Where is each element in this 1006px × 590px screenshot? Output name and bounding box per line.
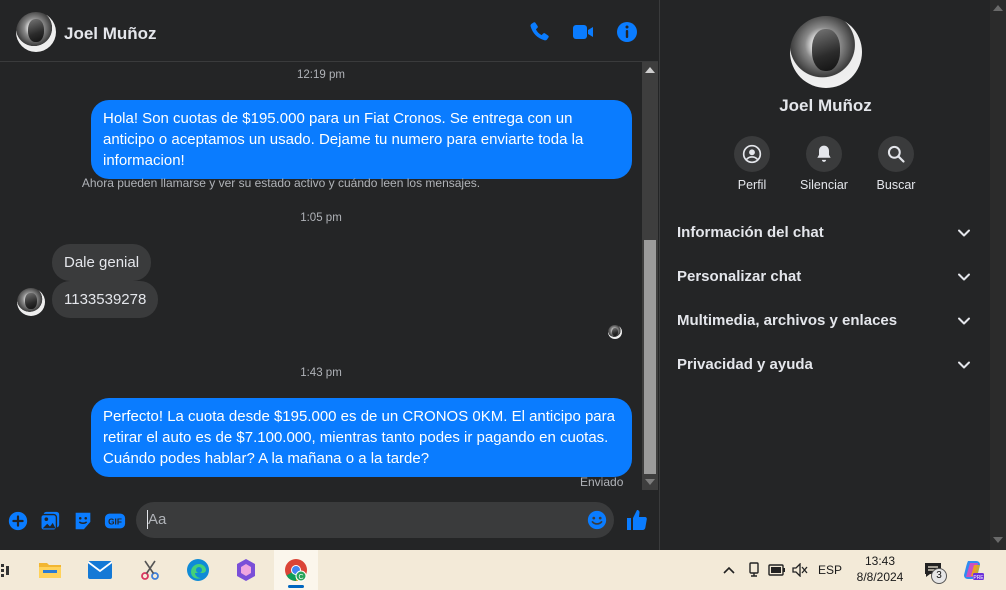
mute-label: Silenciar	[800, 178, 848, 192]
svg-text:C: C	[298, 574, 303, 581]
message-input-placeholder: Aa	[148, 511, 167, 528]
search-label: Buscar	[876, 178, 916, 192]
copilot-icon[interactable]: PRE	[958, 550, 988, 590]
profile-button[interactable]: Perfil	[717, 136, 787, 192]
timestamp: 1:43 pm	[300, 367, 342, 379]
section-label: Información del chat	[677, 224, 824, 241]
chrome-icon[interactable]: C	[274, 550, 318, 590]
section-chat-info[interactable]: Información del chat	[677, 222, 977, 246]
incoming-message[interactable]: 1133539278	[52, 281, 159, 318]
scroll-thumb[interactable]	[644, 240, 656, 474]
snipping-tool-icon[interactable]	[128, 550, 172, 590]
scroll-up-arrow-icon[interactable]	[645, 67, 655, 73]
scroll-down-arrow-icon[interactable]	[645, 479, 655, 485]
gif-icon[interactable]: GIF	[104, 510, 126, 532]
scroll-up-arrow-icon[interactable]	[993, 5, 1003, 11]
section-label: Privacidad y ayuda	[677, 356, 813, 373]
chevron-down-icon	[958, 317, 970, 325]
section-customize-chat[interactable]: Personalizar chat	[677, 266, 977, 290]
widgets-icon[interactable]	[0, 550, 10, 590]
clock[interactable]: 13:43 8/8/2024	[848, 553, 912, 585]
mute-button[interactable]: Silenciar	[789, 136, 859, 192]
battery-plug-icon[interactable]	[766, 550, 788, 590]
video-camera-icon[interactable]	[571, 20, 595, 44]
section-media-files-links[interactable]: Multimedia, archivos y enlaces	[677, 310, 977, 334]
seen-indicator-avatar	[608, 325, 622, 339]
chat-panel: Joel Muñoz 12:19 pm Hola! Son cuotas de …	[0, 0, 658, 550]
clock-date: 8/8/2024	[856, 570, 904, 584]
section-privacy-help[interactable]: Privacidad y ayuda	[677, 354, 977, 378]
call-notice: Ahora pueden llamarse y ver su estado ac…	[81, 176, 481, 190]
chat-info-panel: Joel Muñoz Perfil Silenciar Buscar Infor…	[659, 0, 990, 550]
timestamp: 12:19 pm	[297, 69, 345, 81]
scroll-down-arrow-icon[interactable]	[993, 537, 1003, 543]
incoming-message[interactable]: Dale genial	[52, 244, 152, 281]
bell-icon	[817, 145, 831, 162]
panel-contact-name: Joel Muñoz	[779, 96, 872, 115]
profile-label: Perfil	[737, 178, 767, 192]
like-icon[interactable]	[625, 508, 649, 532]
svg-text:GIF: GIF	[108, 518, 122, 527]
contact-avatar[interactable]	[16, 12, 56, 52]
search-icon	[887, 145, 905, 163]
file-explorer-icon[interactable]	[28, 550, 72, 590]
chevron-down-icon	[958, 273, 970, 281]
profile-icon	[742, 144, 762, 164]
mail-icon[interactable]	[78, 550, 122, 590]
clock-time: 13:43	[864, 554, 896, 568]
sender-avatar[interactable]	[17, 288, 45, 316]
messenger-window: Joel Muñoz 12:19 pm Hola! Son cuotas de …	[0, 0, 1006, 550]
taskbar: C ESP 13:43 8/8/2024 3 PRE	[0, 550, 1006, 590]
sticker-icon[interactable]	[72, 510, 94, 532]
contact-name[interactable]: Joel Muñoz	[64, 24, 157, 44]
timestamp: 1:05 pm	[300, 212, 342, 224]
language-indicator[interactable]: ESP	[814, 550, 846, 590]
section-label: Personalizar chat	[677, 268, 802, 285]
tray-chevron-up-icon[interactable]	[718, 550, 740, 590]
section-label: Multimedia, archivos y enlaces	[677, 312, 898, 329]
image-icon[interactable]	[39, 510, 61, 532]
meet-icon[interactable]	[744, 550, 764, 590]
search-button[interactable]: Buscar	[861, 136, 931, 192]
sent-status: Enviado	[580, 475, 624, 489]
message-list: 12:19 pm Hola! Son cuotas de $195.000 pa…	[0, 62, 642, 492]
phone-icon[interactable]	[527, 20, 551, 44]
plus-icon[interactable]	[7, 510, 29, 532]
edge-icon[interactable]	[176, 550, 220, 590]
chat-scrollbar[interactable]	[642, 62, 658, 490]
contact-avatar-large[interactable]	[790, 16, 862, 88]
volume-muted-icon[interactable]	[790, 550, 810, 590]
chat-header: Joel Muñoz	[0, 0, 658, 62]
outgoing-message[interactable]: Perfecto! La cuota desde $195.000 es de …	[91, 398, 632, 477]
info-icon[interactable]	[615, 20, 639, 44]
copilot-app-icon[interactable]	[224, 550, 268, 590]
message-input[interactable]: Aa	[136, 502, 614, 538]
notification-badge: 3	[931, 568, 947, 584]
svg-text:PRE: PRE	[973, 575, 984, 581]
message-composer: GIF Aa	[0, 495, 658, 550]
chevron-down-icon	[958, 229, 970, 237]
chevron-down-icon	[958, 361, 970, 369]
emoji-icon[interactable]	[586, 509, 608, 531]
panel-scrollbar[interactable]	[990, 0, 1006, 550]
outgoing-message[interactable]: Hola! Son cuotas de $195.000 para un Fia…	[91, 100, 632, 179]
